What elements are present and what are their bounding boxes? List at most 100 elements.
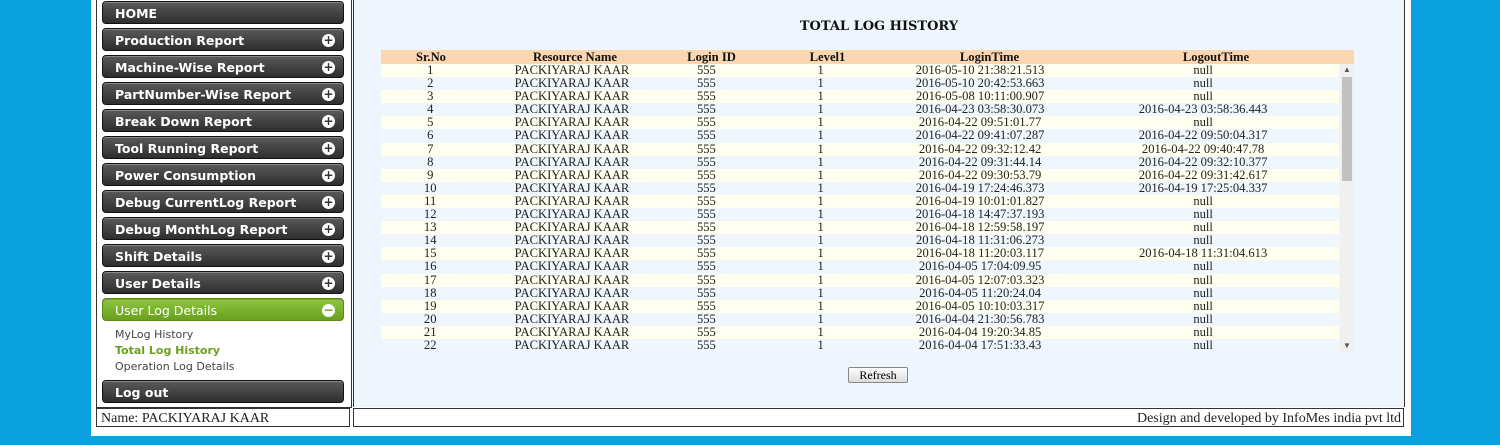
table-cell: 2016-04-19 17:25:04.337 [1138, 180, 1268, 195]
table-cell: 22 [423, 337, 437, 352]
menu-debug-monthlog-report[interactable]: Debug MonthLog Report + [102, 217, 344, 240]
table-cell: PACKIYARAJ KAAR [514, 298, 630, 313]
minus-icon: − [322, 303, 335, 317]
log-table: Sr.No Resource Name Login ID Level1 Logi… [381, 50, 1354, 352]
scroll-down-icon[interactable]: ▼ [1340, 340, 1354, 352]
table-cell: 555 [696, 311, 716, 326]
menu-machine-wise-report[interactable]: Machine-Wise Report + [102, 55, 344, 78]
logout-button[interactable]: Log out [102, 380, 344, 403]
table-row: 17 PACKIYARAJ KAAR 555 1 2016-04-05 12:07:03… [381, 272, 1339, 287]
table-cell: null [1193, 285, 1213, 300]
plus-icon: + [322, 195, 335, 209]
refresh-button[interactable]: Refresh [848, 367, 908, 383]
table-cell: 6 [427, 128, 434, 143]
plus-icon: + [322, 87, 335, 101]
table-cell: PACKIYARAJ KAAR [514, 285, 630, 300]
table-cell: 555 [696, 337, 716, 352]
table-cell: 1 [817, 285, 824, 300]
menu-tool-running-report[interactable]: Tool Running Report + [102, 136, 344, 159]
table-cell: 1 [817, 298, 824, 313]
menu-home[interactable]: HOME [102, 1, 344, 24]
table-cell: 1 [817, 272, 824, 287]
table-row: 19 PACKIYARAJ KAAR 555 1 2016-04-05 10:10:03… [381, 298, 1339, 313]
menu-label: Break Down Report [115, 114, 252, 129]
table-cell: 555 [696, 272, 716, 287]
menu-production-report[interactable]: Production Report + [102, 28, 344, 51]
table-cell: PACKIYARAJ KAAR [514, 154, 630, 169]
table-cell: 1 [817, 259, 824, 274]
table-cell: PACKIYARAJ KAAR [514, 141, 630, 156]
submenu-mylog-history[interactable]: MyLog History [115, 327, 235, 343]
table-cell: PACKIYARAJ KAAR [514, 272, 630, 287]
table-cell: 2016-04-22 09:41:07.287 [915, 128, 1045, 143]
col-header: LogoutTime [1182, 50, 1250, 64]
menu-break-down-report[interactable]: Break Down Report + [102, 109, 344, 132]
menu-partnumber-wise-report[interactable]: PartNumber-Wise Report + [102, 82, 344, 105]
table-cell: 2016-04-04 21:30:56.783 [915, 311, 1045, 326]
table-cell: 20 [423, 311, 437, 326]
scroll-up-icon[interactable]: ▲ [1340, 64, 1354, 76]
table-cell: 2016-04-22 09:31:44.14 [918, 154, 1042, 169]
table-cell: 17 [423, 272, 437, 287]
menu-debug-currentlog-report[interactable]: Debug CurrentLog Report + [102, 190, 344, 213]
menu-label: User Log Details [115, 303, 218, 318]
menu-shift-details[interactable]: Shift Details + [102, 244, 344, 267]
table-cell: 1 [817, 141, 824, 156]
table-cell: null [1193, 272, 1213, 287]
menu-label: HOME [115, 6, 158, 21]
main-panel: TOTAL LOG HISTORY Sr.No Resource Name Lo… [353, 0, 1405, 407]
table-cell: null [1193, 259, 1213, 274]
table-cell: 555 [696, 324, 716, 339]
scrollbar[interactable]: ▲ ▼ [1340, 64, 1354, 352]
table-cell: 1 [817, 167, 824, 182]
table-cell: 8 [427, 154, 434, 169]
col-header: Resource Name [532, 50, 618, 64]
col-header: Level1 [809, 50, 846, 64]
menu-label: PartNumber-Wise Report [115, 87, 292, 102]
table-row: 9 PACKIYARAJ KAAR 555 1 2016-04-22 09:30:53.… [381, 167, 1339, 182]
plus-icon: + [322, 249, 335, 263]
sidebar: HOME Production Report + Machine-Wise Rep… [96, 0, 352, 408]
table-header: Sr.No Resource Name Login ID Level1 Logi… [381, 50, 1354, 64]
table-row: 7 PACKIYARAJ KAAR 555 1 2016-04-22 09:32:12.… [381, 141, 1339, 156]
table-row: 10 PACKIYARAJ KAAR 555 1 2016-04-19 17:24:46… [381, 180, 1339, 195]
menu-power-consumption[interactable]: Power Consumption + [102, 163, 344, 186]
table-cell: 555 [696, 154, 716, 169]
table-cell: 555 [696, 259, 716, 274]
table-cell: 16 [423, 259, 437, 274]
table-cell: 1 [817, 128, 824, 143]
table-cell: null [1193, 337, 1213, 352]
footer-user-name: Name: PACKIYARAJ KAAR [96, 408, 350, 427]
menu-label: Tool Running Report [115, 141, 259, 156]
table-cell: 2016-04-19 17:24:46.373 [915, 180, 1045, 195]
plus-icon: + [322, 276, 335, 290]
menu-label: Shift Details [115, 249, 203, 264]
menu-user-log-details[interactable]: User Log Details − [102, 298, 344, 321]
table-cell: 9 [427, 167, 434, 182]
plus-icon: + [322, 141, 335, 155]
table-cell: PACKIYARAJ KAAR [514, 167, 630, 182]
menu-label: Debug CurrentLog Report [115, 195, 297, 210]
plus-icon: + [322, 168, 335, 182]
menu-label: Debug MonthLog Report [115, 222, 288, 237]
table-row: 21 PACKIYARAJ KAAR 555 1 2016-04-04 19:20:34… [381, 324, 1339, 339]
table-cell: 7 [427, 141, 434, 156]
menu-user-details[interactable]: User Details + [102, 271, 344, 294]
table-cell: 1 [817, 180, 824, 195]
table-cell: 18 [423, 285, 437, 300]
table-row: 18 PACKIYARAJ KAAR 555 1 2016-04-05 11:20:24… [381, 285, 1339, 300]
submenu-total-log-history[interactable]: Total Log History [115, 343, 235, 359]
table-cell: 1 [817, 337, 824, 352]
table-row: 16 PACKIYARAJ KAAR 555 1 2016-04-05 17:04:09… [381, 259, 1339, 274]
table-cell: null [1193, 311, 1213, 326]
menu-label: Log out [115, 385, 169, 400]
menu-label: User Details [115, 276, 201, 291]
table-cell: 555 [696, 141, 716, 156]
table-cell: 2016-04-04 19:20:34.85 [918, 324, 1042, 339]
table-cell: 21 [423, 324, 437, 339]
col-header: Sr.No [416, 50, 446, 64]
submenu-operation-log-details[interactable]: Operation Log Details [115, 359, 235, 375]
table-cell: 2016-04-05 10:10:03.317 [915, 298, 1045, 313]
scroll-thumb[interactable] [1342, 77, 1352, 181]
table-cell: 555 [696, 167, 716, 182]
